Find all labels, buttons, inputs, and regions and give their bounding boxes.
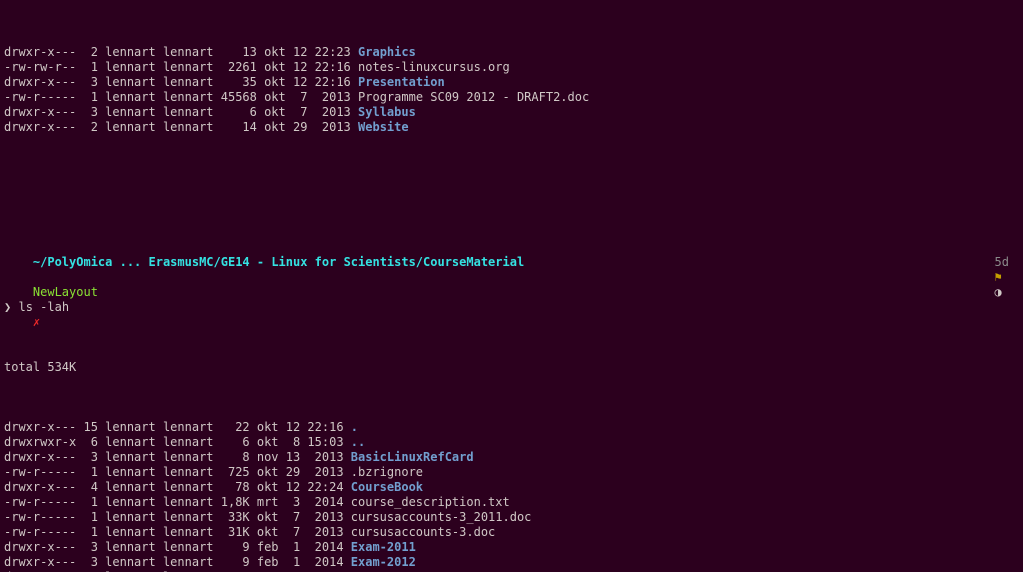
age-badge: 5d [995,255,1009,269]
directory-name: CourseBook [351,480,423,494]
list-item: drwxr-x--- 2 lennart lennart 13 okt 12 2… [4,45,1019,60]
file-meta: drwxr-x--- 3 lennart lennart 9 feb 1 201… [4,555,351,569]
command-line: ❯ ls -lah [4,300,1019,315]
list-item: -rw-rw-r-- 1 lennart lennart 2261 okt 12… [4,60,1019,75]
directory-name: Graphics [358,45,416,59]
file-name: cursusaccounts-3.doc [351,525,496,539]
file-name: cursusaccounts-3_2011.doc [351,510,532,524]
file-meta: -rw-r----- 1 lennart lennart 725 okt 29 … [4,465,351,479]
half-circle-icon: ◑ [995,285,1002,299]
list-item: -rw-r----- 1 lennart lennart 1,8K mrt 3 … [4,495,1019,510]
flag-icon: ⚑ [995,270,1002,284]
directory-name: Presentation [358,75,445,89]
file-meta: -rw-rw-r-- 1 lennart lennart 2261 okt 12… [4,60,358,74]
git-branch: NewLayout [33,285,98,299]
directory-name: Syllabus [358,105,416,119]
list-item: -rw-r----- 1 lennart lennart 45568 okt 7… [4,90,1019,105]
directory-name: . [351,420,358,434]
file-name: notes-linuxcursus.org [358,60,510,74]
main-listing: drwxr-x--- 15 lennart lennart 22 okt 12 … [4,420,1019,572]
file-meta: drwxr-x--- 15 lennart lennart 22 okt 12 … [4,420,351,434]
file-meta: drwxr-x--- 2 lennart lennart 13 okt 12 2… [4,45,358,59]
directory-name: Exam-2012 [351,555,416,569]
list-item: drwxr-x--- 2 lennart lennart 14 okt 29 2… [4,120,1019,135]
directory-name: Exam-2011 [351,540,416,554]
file-meta: -rw-r----- 1 lennart lennart 33K okt 7 2… [4,510,351,524]
spacer [4,180,1019,195]
file-meta: drwxrwxr-x 6 lennart lennart 6 okt 8 15:… [4,435,351,449]
list-item: drwxr-x--- 3 lennart lennart 9 feb 1 201… [4,540,1019,555]
list-item: drwxr-x--- 3 lennart lennart 8 nov 13 20… [4,450,1019,465]
file-name: course_description.txt [351,495,510,509]
directory-name: .. [351,435,365,449]
list-item: drwxrwxr-x 6 lennart lennart 6 okt 8 15:… [4,435,1019,450]
file-meta: drwxr-x--- 2 lennart lennart 14 okt 29 2… [4,120,358,134]
file-meta: drwxr-x--- 3 lennart lennart 6 okt 7 201… [4,105,358,119]
terminal[interactable]: drwxr-x--- 2 lennart lennart 13 okt 12 2… [0,0,1023,572]
file-meta: drwxr-x--- 3 lennart lennart 8 nov 13 20… [4,450,351,464]
file-meta: -rw-r----- 1 lennart lennart 31K okt 7 2… [4,525,351,539]
list-item: drwxr-x--- 3 lennart lennart 6 okt 7 201… [4,105,1019,120]
list-item: drwxr-x--- 15 lennart lennart 22 okt 12 … [4,420,1019,435]
list-item: drwxr-x--- 3 lennart lennart 35 okt 12 2… [4,75,1019,90]
file-name: .bzrignore [351,465,423,479]
file-meta: drwxr-x--- 3 lennart lennart 9 feb 1 201… [4,540,351,554]
prompt-path: ~/PolyOmica ... ErasmusMC/GE14 - Linux f… [33,255,524,269]
file-meta: -rw-r----- 1 lennart lennart 1,8K mrt 3 … [4,495,351,509]
file-meta: drwxr-x--- 4 lennart lennart 78 okt 12 2… [4,480,351,494]
directory-name: BasicLinuxRefCard [351,450,474,464]
list-item: drwxr-x--- 3 lennart lennart 9 feb 1 201… [4,555,1019,570]
directory-name: Website [358,120,409,134]
prompt-right: 5d ⚑ ◑ [951,240,1015,315]
list-item: drwxr-x--- 4 lennart lennart 78 okt 12 2… [4,480,1019,495]
list-item: -rw-r----- 1 lennart lennart 725 okt 29 … [4,465,1019,480]
prompt-line-1: ~/PolyOmica ... ErasmusMC/GE14 - Linux f… [4,240,1019,255]
file-meta: drwxr-x--- 3 lennart lennart 35 okt 12 2… [4,75,358,89]
file-meta: -rw-r----- 1 lennart lennart 45568 okt 7… [4,90,358,104]
file-name: Programme SC09 2012 - DRAFT2.doc [358,90,589,104]
total-line: total 534K [4,360,1019,375]
list-item: -rw-r----- 1 lennart lennart 31K okt 7 2… [4,525,1019,540]
top-listing: drwxr-x--- 2 lennart lennart 13 okt 12 2… [4,45,1019,135]
list-item: -rw-r----- 1 lennart lennart 33K okt 7 2… [4,510,1019,525]
git-dirty-icon: ✗ [33,315,40,329]
